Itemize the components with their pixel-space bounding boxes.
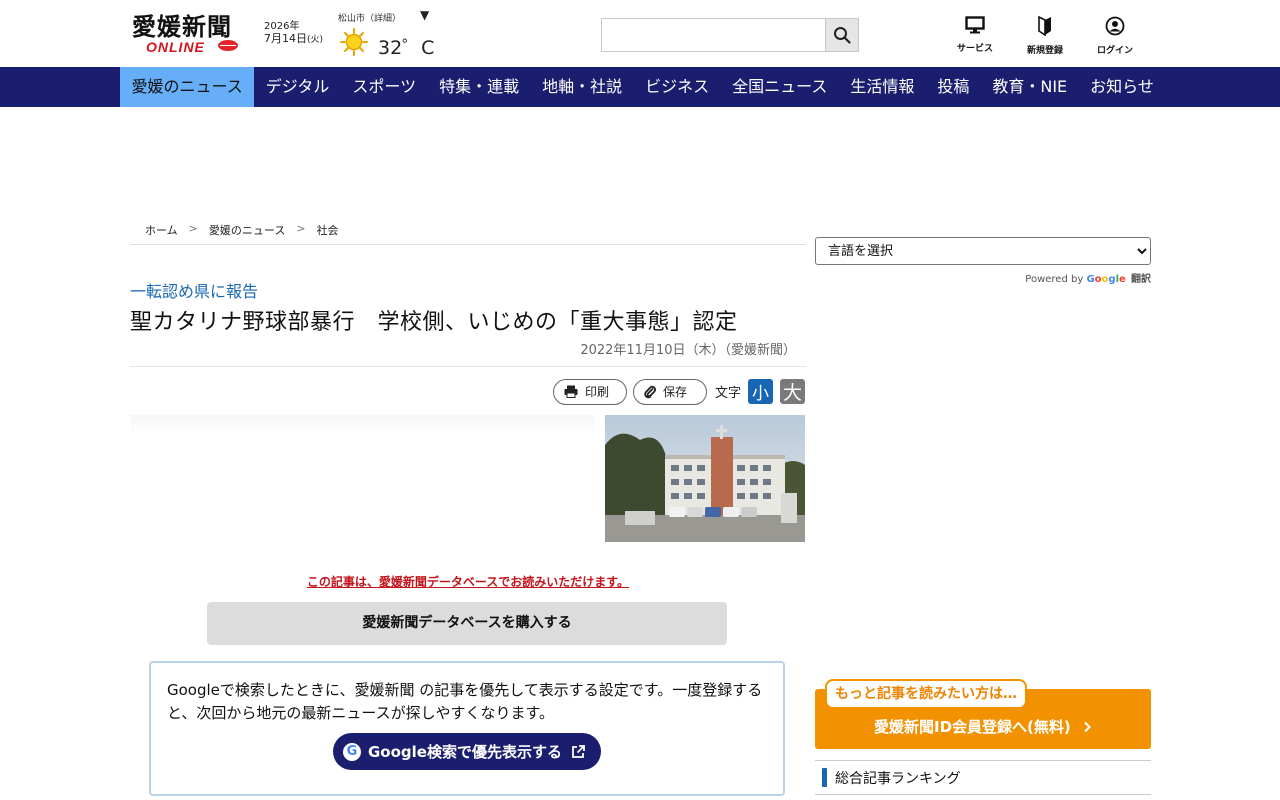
print-label: 印刷 [585,385,610,399]
nav-item-national-news[interactable]: 全国ニュース [721,67,839,107]
logo-text: 愛媛新聞 [132,12,232,41]
signup-bubble: もっと記事を読みたい方は… [825,679,1027,709]
weather-temperature: 32゜C [378,37,435,59]
nav-item-editorial[interactable]: 地軸・社説 [531,67,634,107]
article-photo[interactable] [605,415,805,542]
nav-item-ehime-news[interactable]: 愛媛のニュース [120,67,255,107]
ranking-title: 総合記事ランキング [835,770,961,787]
signup-label: 愛媛新聞ID会員登録へ(無料) [874,718,1071,736]
article-pubdate: 2022年11月10日（木）（愛媛新聞） [580,343,796,358]
breadcrumb-home[interactable]: ホーム [145,222,178,244]
google-logo-text: Google [1086,274,1126,285]
article-headline: 聖カタリナ野球部暴行 学校側、いじめの「重大事態」認定 [130,310,738,335]
article-tools: 印刷 保存 文字 小 大 [553,378,812,405]
nav-item-features[interactable]: 特集・連載 [428,67,531,107]
language-select[interactable]: 言語を選択 [815,237,1151,265]
translate-label[interactable]: 翻訳 [1131,274,1151,285]
font-size-large-button[interactable]: 大 [780,379,806,404]
breadcrumb-ehime-news[interactable]: 愛媛のニュース [209,222,285,244]
external-link-icon [572,744,585,758]
google-preferred-source-box: Googleで検索したときに、愛媛新聞 の記事を優先して表示する設定です。一度登… [149,661,785,796]
breadcrumb-separator: > [296,222,306,235]
site-logo[interactable]: 愛媛新聞 ONLINE [132,12,242,56]
search-icon [834,27,851,44]
register-button[interactable]: 新規登録 [1015,16,1075,56]
service-label: サービス [956,44,993,54]
nav-item-business[interactable]: ビジネス [634,67,721,107]
save-label: 保存 [663,385,688,399]
breadcrumb-society[interactable]: 社会 [317,222,339,244]
site-header: 愛媛新聞 ONLINE 2026年 7月14日(火) 松山市（詳細） ▼ 32゜… [0,0,1280,67]
login-button[interactable]: ログイン [1085,16,1145,56]
beginner-mark-icon [1038,16,1051,36]
breadcrumb: ホーム > 愛媛のニュース > 社会 [130,222,806,245]
powered-by-google-translate: Powered by Google 翻訳 [815,270,1151,285]
nav-item-announcements[interactable]: お知らせ [1079,67,1166,107]
weather-dropdown-toggle[interactable]: ▼ [420,8,429,22]
photo-placeholder-area [130,415,595,435]
date-month-day: 7月14日 [264,32,307,45]
nav-item-education[interactable]: 教育・NIE [981,67,1079,107]
register-label: 新規登録 [1026,46,1063,56]
print-button[interactable]: 印刷 [553,378,627,405]
google-button-label: Google検索で優先表示する [368,743,562,761]
nav-item-life-info[interactable]: 生活情報 [839,67,926,107]
member-signup-banner[interactable]: もっと記事を読みたい方は… 愛媛新聞ID会員登録へ(無料) [815,679,1151,749]
date-weekday: (火) [307,35,324,45]
font-size-label: 文字 [715,386,742,401]
powered-by-label: Powered by [1025,274,1084,285]
lips-logo-icon [218,40,238,51]
breadcrumb-separator: > [188,222,198,235]
divider [130,366,806,367]
article-kicker: 一転認め県に報告 [130,282,259,301]
login-label: ログイン [1096,46,1133,56]
current-date: 2026年 7月14日(火) [264,21,323,46]
chevron-right-icon [1084,721,1091,733]
user-icon [1105,16,1125,36]
ranking-header: 総合記事ランキング [815,760,1151,795]
search-input[interactable] [602,19,826,51]
font-size-small-button[interactable]: 小 [748,379,774,404]
service-menu-button[interactable]: サービス [945,16,1005,54]
buy-database-button[interactable]: 愛媛新聞データベースを購入する [207,602,727,645]
nav-item-sports[interactable]: スポーツ [341,67,428,107]
nav-item-digital[interactable]: デジタル [254,67,341,107]
sun-icon [340,28,368,56]
search-button[interactable] [825,19,858,51]
google-box-text: Googleで検索したときに、愛媛新聞 の記事を優先して表示する設定です。一度登… [167,681,763,722]
paperclip-icon [644,385,656,398]
school-building-photo [605,415,805,542]
google-g-icon: G [343,742,361,761]
search-box [601,18,859,52]
signup-text: 愛媛新聞ID会員登録へ(無料) [815,716,1151,737]
main-nav: 愛媛のニュース デジタル スポーツ 特集・連載 地軸・社説 ビジネス 全国ニュー… [0,67,1280,107]
monitor-icon [965,16,985,34]
weather-widget: 松山市（詳細） ▼ 32゜C [338,8,438,59]
printer-icon [564,385,578,398]
nav-item-submissions[interactable]: 投稿 [926,67,981,107]
google-preferred-button[interactable]: G Google検索で優先表示する [333,733,601,770]
save-button[interactable]: 保存 [633,378,707,405]
logo-sub-text: ONLINE [146,39,205,55]
ranking-accent-bar [822,768,827,787]
database-notice-link[interactable]: この記事は、愛媛新聞データベースでお読みいただけます。 [130,573,806,590]
